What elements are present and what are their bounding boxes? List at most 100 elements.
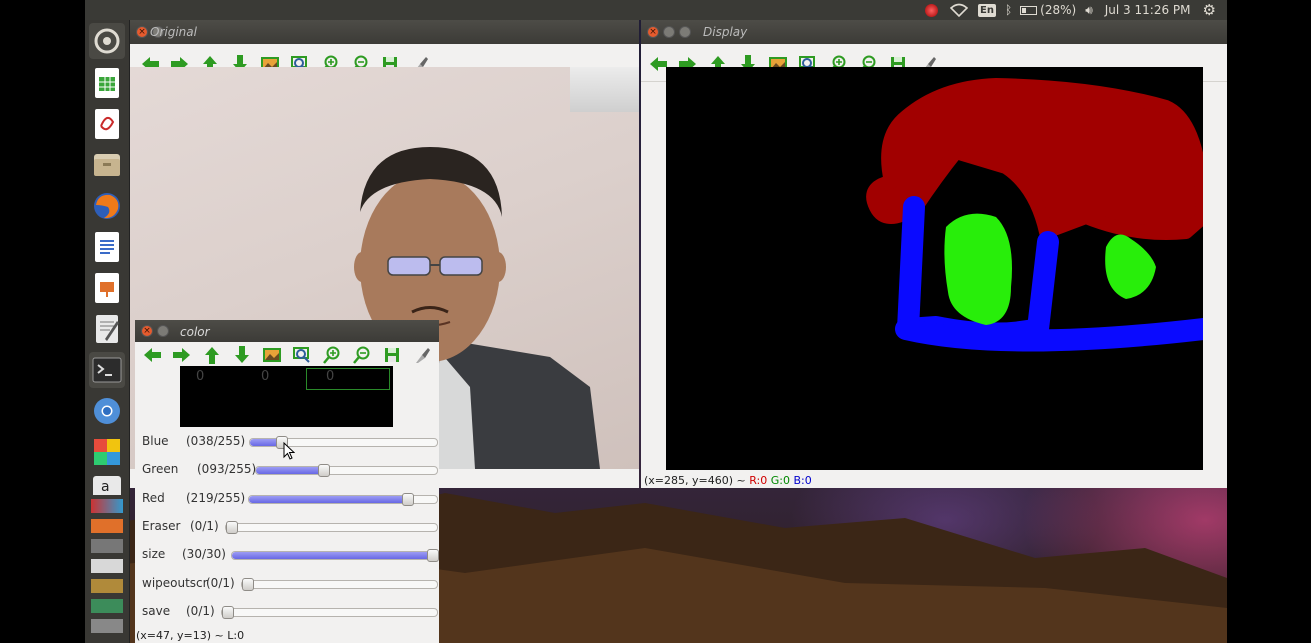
trackbar-wipeoutscr: wipeoutscr (0/1): [135, 573, 439, 593]
trackbar-handle[interactable]: [222, 606, 234, 619]
close-button[interactable]: ×: [141, 325, 153, 337]
trackbar-handle[interactable]: [427, 549, 439, 562]
pan-down-icon[interactable]: [231, 344, 253, 366]
clock[interactable]: Jul 3 11:26 PM: [1105, 3, 1191, 17]
cursor-readout: (x=285, y=460) ~: [644, 474, 750, 487]
mouse-cursor-icon: [283, 442, 295, 460]
color-status-bar: (x=47, y=13) ~ L:0: [136, 629, 245, 642]
pan-right-icon[interactable]: [171, 344, 193, 366]
battery-percent: (28%): [1040, 3, 1077, 17]
software-center-icon[interactable]: [89, 434, 125, 470]
minimize-button[interactable]: [157, 325, 169, 337]
trackbar-value: (038/255): [186, 434, 246, 448]
close-button[interactable]: ×: [647, 26, 659, 38]
color-window: × color 0 0 0 Blue (038/255) Green (093/255…: [135, 320, 439, 643]
trackbar-label: save: [142, 604, 171, 618]
preview-value-green: 0: [261, 369, 270, 384]
original-titlebar: × Original: [130, 20, 639, 44]
trackbar-fill: [232, 552, 433, 559]
trackbar-handle[interactable]: [226, 521, 238, 534]
close-button[interactable]: ×: [136, 26, 148, 38]
text-editor-icon[interactable]: [89, 311, 125, 347]
zoom-out-icon[interactable]: [351, 344, 373, 366]
trackbar-size: size (30/30): [135, 544, 439, 564]
trackbar-slider[interactable]: [225, 521, 438, 534]
chromium-icon[interactable]: [89, 393, 125, 429]
color-toolbar: [135, 342, 439, 368]
trackbar-value: (093/255): [197, 462, 257, 476]
trackbar-slider[interactable]: [255, 464, 438, 477]
zoom-in-icon[interactable]: [321, 344, 343, 366]
tray-area: En ᛒ (28%) 🔊︎ Jul 3 11:26 PM ⚙: [925, 1, 1216, 19]
trackbar-slider[interactable]: [231, 549, 439, 562]
window-title: Display: [703, 25, 748, 39]
launcher-spread-stack: [89, 495, 125, 643]
trackbar-value: (0/1): [186, 604, 215, 618]
trackbar-label: wipeoutscr: [142, 576, 208, 590]
color-titlebar: × color: [135, 320, 439, 342]
zoom-fit-icon[interactable]: [291, 344, 313, 366]
trackbar-save: save (0/1): [135, 601, 439, 621]
trackbar-fill: [256, 467, 324, 474]
preview-value-red: 0: [306, 368, 390, 390]
trackbar-label: Red: [142, 491, 165, 505]
preview-value-blue: 0: [196, 369, 205, 384]
trackbar-label: Blue: [142, 434, 169, 448]
keyboard-layout-indicator[interactable]: En: [978, 3, 996, 17]
svg-text:a: a: [101, 479, 110, 495]
libreoffice-calc-icon[interactable]: [89, 65, 125, 101]
pan-up-icon[interactable]: [201, 344, 223, 366]
wifi-icon[interactable]: [950, 3, 968, 17]
trackbar-slider[interactable]: [221, 606, 438, 619]
trackbar-value: (30/30): [182, 547, 226, 561]
red-readout: R:0: [749, 474, 768, 487]
libreoffice-writer-icon[interactable]: [89, 229, 125, 265]
trackbar-handle[interactable]: [242, 578, 254, 591]
trackbar-slider[interactable]: [249, 436, 438, 449]
battery-icon[interactable]: [1020, 5, 1038, 15]
trackbar-handle[interactable]: [318, 464, 330, 477]
screen: En ᛒ (28%) 🔊︎ Jul 3 11:26 PM ⚙ a × Origi…: [0, 0, 1311, 643]
display-titlebar: × Display: [641, 20, 1227, 44]
zoom-original-icon[interactable]: [261, 344, 283, 366]
trackbar-slider[interactable]: [248, 493, 438, 506]
bluetooth-icon[interactable]: ᛒ: [1005, 3, 1012, 17]
trackbar-red: Red (219/255): [135, 488, 439, 508]
trackbar-eraser: Eraser (0/1): [135, 516, 439, 536]
minimize-button[interactable]: [663, 26, 675, 38]
record-indicator-icon[interactable]: [925, 3, 938, 17]
files-icon[interactable]: [89, 147, 125, 183]
settings-gear-icon[interactable]: ⚙: [1203, 1, 1216, 19]
top-panel: En ᛒ (28%) 🔊︎ Jul 3 11:26 PM ⚙: [85, 0, 1227, 20]
dash-home-icon[interactable]: [89, 23, 125, 59]
trackbar-green: Green (093/255): [135, 459, 439, 479]
maximize-button[interactable]: [679, 26, 691, 38]
trackbar-value: (0/1): [206, 576, 235, 590]
trackbar-label: Eraser: [142, 519, 181, 533]
libreoffice-impress-icon[interactable]: [89, 270, 125, 306]
terminal-icon[interactable]: [89, 352, 125, 388]
trackbar-handle[interactable]: [402, 493, 414, 506]
trackbar-value: (0/1): [190, 519, 219, 533]
trackbar-fill: [249, 496, 408, 503]
window-title: Original: [150, 25, 197, 39]
trackbar-slider[interactable]: [241, 578, 438, 591]
green-readout: G:0: [770, 474, 790, 487]
trackbar-label: size: [142, 547, 166, 561]
paint-canvas[interactable]: [666, 67, 1203, 470]
window-title: color: [180, 325, 210, 339]
pdf-viewer-icon[interactable]: [89, 106, 125, 142]
color-preview: 0 0 0: [180, 366, 393, 427]
firefox-icon[interactable]: [89, 188, 125, 224]
display-window: × Display (x=285, y=460) ~ R:0 G:0 B:0: [641, 20, 1227, 488]
volume-icon[interactable]: 🔊︎: [1085, 3, 1093, 18]
blue-readout: B:0: [793, 474, 812, 487]
trackbar-label: Green: [142, 462, 179, 476]
amazon-icon[interactable]: a: [89, 475, 125, 495]
launcher: a: [85, 20, 130, 643]
properties-icon[interactable]: [411, 344, 433, 366]
pan-left-icon[interactable]: [141, 344, 163, 366]
save-icon[interactable]: [381, 344, 403, 366]
trackbar-value: (219/255): [186, 491, 246, 505]
display-status-bar: (x=285, y=460) ~ R:0 G:0 B:0: [644, 474, 812, 487]
